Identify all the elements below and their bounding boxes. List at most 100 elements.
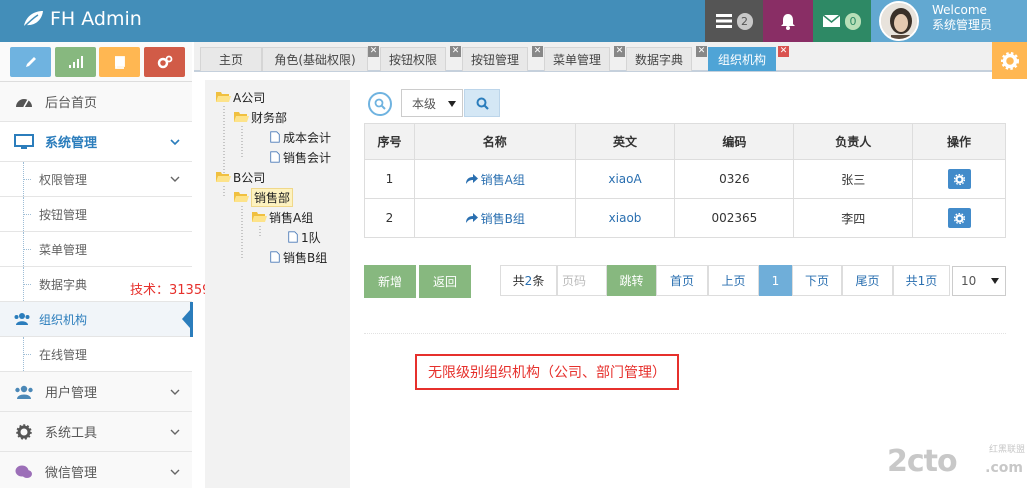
shortcut-cogs-button[interactable] bbox=[144, 47, 185, 77]
tree-dash bbox=[23, 214, 31, 215]
pagination-total-suffix: 条 bbox=[532, 274, 545, 288]
folder-open-icon bbox=[216, 92, 231, 102]
sidebar-item-wechat[interactable]: 微信管理 bbox=[0, 452, 192, 488]
caret-down-icon bbox=[448, 101, 456, 107]
row-settings-button[interactable] bbox=[947, 169, 971, 189]
next-page-button[interactable]: 下页 bbox=[792, 265, 842, 296]
close-icon[interactable]: ✕ bbox=[614, 46, 625, 57]
pagination-total-prefix: 共 bbox=[512, 274, 525, 288]
tree-node[interactable]: B公司 bbox=[216, 168, 265, 186]
settings-button[interactable] bbox=[992, 42, 1027, 79]
jump-button[interactable]: 跳转 bbox=[607, 265, 656, 296]
tab-home[interactable]: 主页 bbox=[200, 47, 262, 71]
tab-organization[interactable]: 组织机构 bbox=[708, 47, 776, 71]
sidebar-item-label: 系统工具 bbox=[45, 426, 98, 441]
tree-node-label: 成本会计 bbox=[283, 130, 332, 145]
close-icon[interactable]: ✕ bbox=[778, 46, 789, 57]
page-size-select[interactable]: 10 bbox=[952, 266, 1006, 296]
cell-manager: 李四 bbox=[793, 198, 914, 238]
gear-icon bbox=[1000, 51, 1019, 70]
level-select[interactable]: 本级 bbox=[401, 89, 463, 117]
tree-dash bbox=[23, 179, 31, 180]
folder-open-icon bbox=[216, 172, 231, 182]
sidebar-item-menus[interactable]: 菜单管理 bbox=[0, 232, 192, 267]
caret-down-icon bbox=[991, 278, 999, 284]
tab-roles[interactable]: 角色(基础权限) bbox=[262, 47, 368, 71]
sidebar-item-organization[interactable]: 组织机构 bbox=[0, 302, 193, 337]
sidebar-item-users[interactable]: 用户管理 bbox=[0, 372, 192, 412]
sidebar-item-label: 后台首页 bbox=[45, 96, 98, 111]
users-icon bbox=[14, 383, 34, 401]
tree-node[interactable]: 销售会计 bbox=[269, 148, 331, 166]
document-icon bbox=[270, 151, 280, 163]
close-icon[interactable]: ✕ bbox=[368, 46, 379, 57]
tree-node[interactable]: 销售A组 bbox=[252, 208, 313, 226]
sidebar-item-label: 系统管理 bbox=[45, 136, 98, 151]
chevron-down-icon bbox=[170, 469, 180, 475]
tab-button-management[interactable]: 按钮管理 bbox=[462, 47, 528, 71]
messages-button[interactable]: 0 bbox=[813, 0, 871, 42]
tasks-button[interactable]: 2 bbox=[705, 0, 763, 42]
sidebar-item-system[interactable]: 系统管理 bbox=[0, 122, 192, 162]
cell-name-link[interactable]: 销售A组 bbox=[413, 159, 576, 199]
close-icon[interactable]: ✕ bbox=[696, 46, 707, 57]
close-icon[interactable]: ✕ bbox=[532, 46, 543, 57]
tree-node[interactable]: 财务部 bbox=[234, 108, 287, 126]
watermark: 2cto 红黑联盟 .com bbox=[887, 440, 1027, 488]
active-indicator bbox=[190, 302, 193, 337]
back-button[interactable]: 返回 bbox=[419, 265, 471, 298]
notifications-button[interactable] bbox=[763, 0, 813, 42]
desktop-icon bbox=[14, 133, 34, 151]
tree-node-label: 销售A组 bbox=[269, 210, 314, 225]
sidebar-item-online[interactable]: 在线管理 bbox=[0, 337, 192, 372]
prev-page-button[interactable]: 上页 bbox=[708, 265, 759, 296]
tree-node-selected[interactable]: 销售部 bbox=[234, 187, 294, 207]
shortcut-book-button[interactable] bbox=[99, 47, 140, 77]
row-settings-button[interactable] bbox=[947, 208, 971, 228]
tree-node-label: 1队 bbox=[301, 230, 321, 245]
tree-node[interactable]: A公司 bbox=[216, 88, 265, 106]
search-button[interactable] bbox=[464, 89, 500, 117]
shortcut-pencil-button[interactable] bbox=[10, 47, 51, 77]
user-menu[interactable]: Welcome 系统管理员 bbox=[871, 0, 1027, 42]
folder-open-icon bbox=[234, 192, 249, 202]
page-number-input[interactable]: 页码 bbox=[557, 265, 607, 296]
sidebar-item-tools[interactable]: 系统工具 bbox=[0, 412, 192, 452]
sidebar-item-home[interactable]: 后台首页 bbox=[0, 82, 192, 122]
cell-code: 002365 bbox=[674, 198, 795, 238]
column-header: 序号 bbox=[364, 123, 415, 160]
cog-icon bbox=[14, 423, 34, 441]
tab-dictionary[interactable]: 数据字典 bbox=[626, 47, 692, 71]
sidebar-item-permissions[interactable]: 权限管理 bbox=[0, 162, 192, 197]
sidebar-item-label: 用户管理 bbox=[45, 386, 98, 401]
tab-menu-management[interactable]: 菜单管理 bbox=[544, 47, 610, 71]
active-arrow bbox=[182, 310, 190, 328]
sidebar-shortcuts bbox=[0, 42, 192, 82]
folder-open-icon bbox=[234, 112, 249, 122]
tree-node[interactable]: 销售B组 bbox=[269, 248, 327, 266]
close-icon[interactable]: ✕ bbox=[450, 46, 461, 57]
tab-button-permissions[interactable]: 按钮权限 bbox=[380, 47, 446, 71]
shortcut-signal-button[interactable] bbox=[55, 47, 96, 77]
first-page-button[interactable]: 首页 bbox=[656, 265, 708, 296]
cell-code: 0326 bbox=[674, 159, 795, 199]
cell-actions bbox=[912, 198, 1006, 238]
pagination-pages: 共1页 bbox=[893, 265, 950, 296]
document-icon bbox=[270, 251, 280, 263]
sidebar-item-buttons[interactable]: 按钮管理 bbox=[0, 197, 192, 232]
tab-label: 数据字典 bbox=[634, 53, 683, 67]
add-button[interactable]: 新增 bbox=[364, 265, 416, 298]
current-page[interactable]: 1 bbox=[759, 265, 792, 296]
level-select-value: 本级 bbox=[412, 96, 437, 111]
brand[interactable]: FH Admin bbox=[22, 8, 142, 30]
watermark-sub: 红黑联盟 bbox=[988, 445, 1025, 455]
share-icon bbox=[465, 173, 478, 184]
tab-label: 组织机构 bbox=[717, 53, 766, 67]
tree-node[interactable]: 1队 bbox=[287, 228, 321, 246]
search-toggle[interactable] bbox=[368, 92, 392, 116]
last-page-button[interactable]: 尾页 bbox=[842, 265, 893, 296]
tree-node[interactable]: 成本会计 bbox=[269, 128, 331, 146]
cell-english: xiaob bbox=[574, 198, 676, 238]
cell-name-link[interactable]: 销售B组 bbox=[413, 198, 576, 238]
tab-label: 按钮权限 bbox=[388, 53, 437, 67]
